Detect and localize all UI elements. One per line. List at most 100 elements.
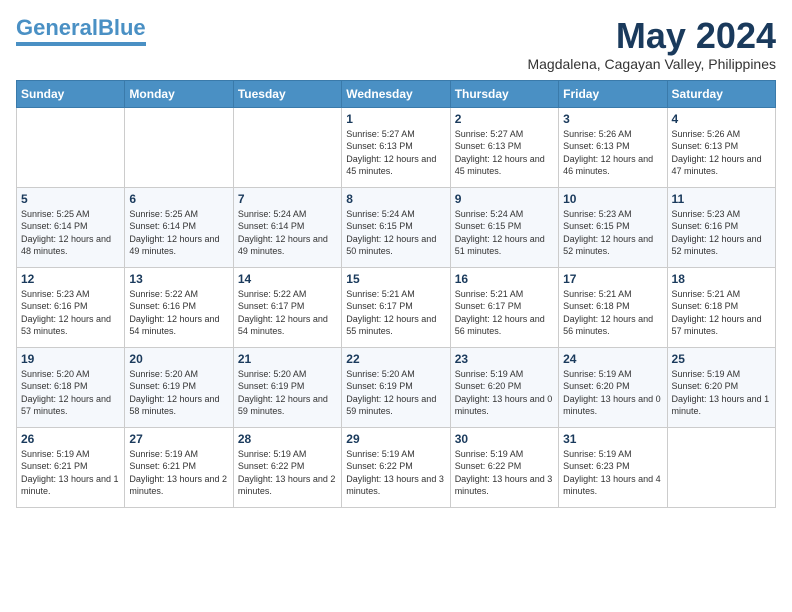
day-info: Sunrise: 5:20 AM Sunset: 6:19 PM Dayligh… xyxy=(238,368,337,418)
weekday-header: Thursday xyxy=(450,80,558,107)
calendar-cell: 8 Sunrise: 5:24 AM Sunset: 6:15 PM Daylig… xyxy=(342,187,450,267)
day-number: 7 xyxy=(238,192,337,206)
day-info: Sunrise: 5:21 AM Sunset: 6:18 PM Dayligh… xyxy=(672,288,771,338)
day-info: Sunrise: 5:22 AM Sunset: 6:17 PM Dayligh… xyxy=(238,288,337,338)
day-info: Sunrise: 5:26 AM Sunset: 6:13 PM Dayligh… xyxy=(672,128,771,178)
day-number: 21 xyxy=(238,352,337,366)
day-info: Sunrise: 5:19 AM Sunset: 6:22 PM Dayligh… xyxy=(346,448,445,498)
day-info: Sunrise: 5:19 AM Sunset: 6:22 PM Dayligh… xyxy=(238,448,337,498)
calendar-cell xyxy=(667,427,775,507)
day-number: 3 xyxy=(563,112,662,126)
day-info: Sunrise: 5:25 AM Sunset: 6:14 PM Dayligh… xyxy=(21,208,120,258)
day-info: Sunrise: 5:19 AM Sunset: 6:20 PM Dayligh… xyxy=(672,368,771,418)
day-number: 20 xyxy=(129,352,228,366)
calendar-cell xyxy=(125,107,233,187)
day-info: Sunrise: 5:27 AM Sunset: 6:13 PM Dayligh… xyxy=(346,128,445,178)
day-number: 16 xyxy=(455,272,554,286)
day-info: Sunrise: 5:19 AM Sunset: 6:21 PM Dayligh… xyxy=(129,448,228,498)
calendar-cell: 30 Sunrise: 5:19 AM Sunset: 6:22 PM Dayli… xyxy=(450,427,558,507)
day-number: 9 xyxy=(455,192,554,206)
calendar-cell: 21 Sunrise: 5:20 AM Sunset: 6:19 PM Dayli… xyxy=(233,347,341,427)
calendar-week-row: 5 Sunrise: 5:25 AM Sunset: 6:14 PM Daylig… xyxy=(17,187,776,267)
calendar-cell: 4 Sunrise: 5:26 AM Sunset: 6:13 PM Daylig… xyxy=(667,107,775,187)
day-number: 1 xyxy=(346,112,445,126)
calendar-cell: 12Sunrise: 5:23 AM Sunset: 6:16 PM Dayli… xyxy=(17,267,125,347)
calendar-cell: 6 Sunrise: 5:25 AM Sunset: 6:14 PM Daylig… xyxy=(125,187,233,267)
day-info: Sunrise: 5:19 AM Sunset: 6:20 PM Dayligh… xyxy=(455,368,554,418)
calendar-cell: 1 Sunrise: 5:27 AM Sunset: 6:13 PM Daylig… xyxy=(342,107,450,187)
day-info: Sunrise: 5:21 AM Sunset: 6:17 PM Dayligh… xyxy=(455,288,554,338)
calendar-cell: 16 Sunrise: 5:21 AM Sunset: 6:17 PM Dayli… xyxy=(450,267,558,347)
day-info: Sunrise: 5:24 AM Sunset: 6:15 PM Dayligh… xyxy=(346,208,445,258)
day-info: Sunrise: 5:23 AM Sunset: 6:16 PM Dayligh… xyxy=(672,208,771,258)
day-info: Sunrise: 5:24 AM Sunset: 6:15 PM Dayligh… xyxy=(455,208,554,258)
day-number: 25 xyxy=(672,352,771,366)
day-number: 31 xyxy=(563,432,662,446)
logo-text: GeneralBlue xyxy=(16,16,146,40)
day-info: Sunrise: 5:24 AM Sunset: 6:14 PM Dayligh… xyxy=(238,208,337,258)
day-number: 22 xyxy=(346,352,445,366)
calendar-cell: 2 Sunrise: 5:27 AM Sunset: 6:13 PM Daylig… xyxy=(450,107,558,187)
day-number: 14 xyxy=(238,272,337,286)
calendar-cell: 5 Sunrise: 5:25 AM Sunset: 6:14 PM Daylig… xyxy=(17,187,125,267)
day-info: Sunrise: 5:20 AM Sunset: 6:19 PM Dayligh… xyxy=(129,368,228,418)
weekday-header: Monday xyxy=(125,80,233,107)
calendar-cell: 7 Sunrise: 5:24 AM Sunset: 6:14 PM Daylig… xyxy=(233,187,341,267)
day-number: 6 xyxy=(129,192,228,206)
day-number: 19 xyxy=(21,352,120,366)
day-number: 11 xyxy=(672,192,771,206)
calendar-cell: 28 Sunrise: 5:19 AM Sunset: 6:22 PM Dayli… xyxy=(233,427,341,507)
calendar-cell: 13 Sunrise: 5:22 AM Sunset: 6:16 PM Dayli… xyxy=(125,267,233,347)
day-number: 5 xyxy=(21,192,120,206)
month-year: May 2024 xyxy=(527,16,776,56)
day-number: 13 xyxy=(129,272,228,286)
day-number: 23 xyxy=(455,352,554,366)
day-number: 26 xyxy=(21,432,120,446)
calendar-cell: 19Sunrise: 5:20 AM Sunset: 6:18 PM Dayli… xyxy=(17,347,125,427)
day-number: 18 xyxy=(672,272,771,286)
weekday-header-row: SundayMondayTuesdayWednesdayThursdayFrid… xyxy=(17,80,776,107)
weekday-header: Wednesday xyxy=(342,80,450,107)
logo-blue-bar xyxy=(16,42,146,46)
calendar-cell: 22 Sunrise: 5:20 AM Sunset: 6:19 PM Dayli… xyxy=(342,347,450,427)
day-number: 15 xyxy=(346,272,445,286)
day-number: 17 xyxy=(563,272,662,286)
logo-general: General xyxy=(16,15,98,40)
calendar-cell: 10Sunrise: 5:23 AM Sunset: 6:15 PM Dayli… xyxy=(559,187,667,267)
day-info: Sunrise: 5:27 AM Sunset: 6:13 PM Dayligh… xyxy=(455,128,554,178)
calendar-cell xyxy=(233,107,341,187)
logo: GeneralBlue xyxy=(16,16,146,46)
day-info: Sunrise: 5:19 AM Sunset: 6:22 PM Dayligh… xyxy=(455,448,554,498)
day-number: 28 xyxy=(238,432,337,446)
day-info: Sunrise: 5:19 AM Sunset: 6:23 PM Dayligh… xyxy=(563,448,662,498)
calendar-cell: 9 Sunrise: 5:24 AM Sunset: 6:15 PM Daylig… xyxy=(450,187,558,267)
calendar-cell: 26Sunrise: 5:19 AM Sunset: 6:21 PM Dayli… xyxy=(17,427,125,507)
calendar-cell: 24 Sunrise: 5:19 AM Sunset: 6:20 PM Dayli… xyxy=(559,347,667,427)
calendar-cell: 25 Sunrise: 5:19 AM Sunset: 6:20 PM Dayli… xyxy=(667,347,775,427)
day-info: Sunrise: 5:25 AM Sunset: 6:14 PM Dayligh… xyxy=(129,208,228,258)
calendar-cell: 15Sunrise: 5:21 AM Sunset: 6:17 PM Dayli… xyxy=(342,267,450,347)
weekday-header: Sunday xyxy=(17,80,125,107)
day-info: Sunrise: 5:22 AM Sunset: 6:16 PM Dayligh… xyxy=(129,288,228,338)
day-number: 8 xyxy=(346,192,445,206)
day-number: 2 xyxy=(455,112,554,126)
calendar-week-row: 19Sunrise: 5:20 AM Sunset: 6:18 PM Dayli… xyxy=(17,347,776,427)
day-number: 4 xyxy=(672,112,771,126)
calendar-cell xyxy=(17,107,125,187)
day-info: Sunrise: 5:20 AM Sunset: 6:19 PM Dayligh… xyxy=(346,368,445,418)
calendar-week-row: 1 Sunrise: 5:27 AM Sunset: 6:13 PM Daylig… xyxy=(17,107,776,187)
calendar-cell: 3 Sunrise: 5:26 AM Sunset: 6:13 PM Daylig… xyxy=(559,107,667,187)
day-info: Sunrise: 5:26 AM Sunset: 6:13 PM Dayligh… xyxy=(563,128,662,178)
day-info: Sunrise: 5:21 AM Sunset: 6:18 PM Dayligh… xyxy=(563,288,662,338)
calendar-cell: 29Sunrise: 5:19 AM Sunset: 6:22 PM Dayli… xyxy=(342,427,450,507)
calendar-cell: 17 Sunrise: 5:21 AM Sunset: 6:18 PM Dayli… xyxy=(559,267,667,347)
day-info: Sunrise: 5:19 AM Sunset: 6:20 PM Dayligh… xyxy=(563,368,662,418)
day-number: 30 xyxy=(455,432,554,446)
weekday-header: Friday xyxy=(559,80,667,107)
location: Magdalena, Cagayan Valley, Philippines xyxy=(527,56,776,72)
calendar-cell: 23 Sunrise: 5:19 AM Sunset: 6:20 PM Dayli… xyxy=(450,347,558,427)
day-number: 24 xyxy=(563,352,662,366)
weekday-header: Tuesday xyxy=(233,80,341,107)
page-header: GeneralBlue May 2024 Magdalena, Cagayan … xyxy=(16,16,776,72)
calendar-cell: 18 Sunrise: 5:21 AM Sunset: 6:18 PM Dayli… xyxy=(667,267,775,347)
